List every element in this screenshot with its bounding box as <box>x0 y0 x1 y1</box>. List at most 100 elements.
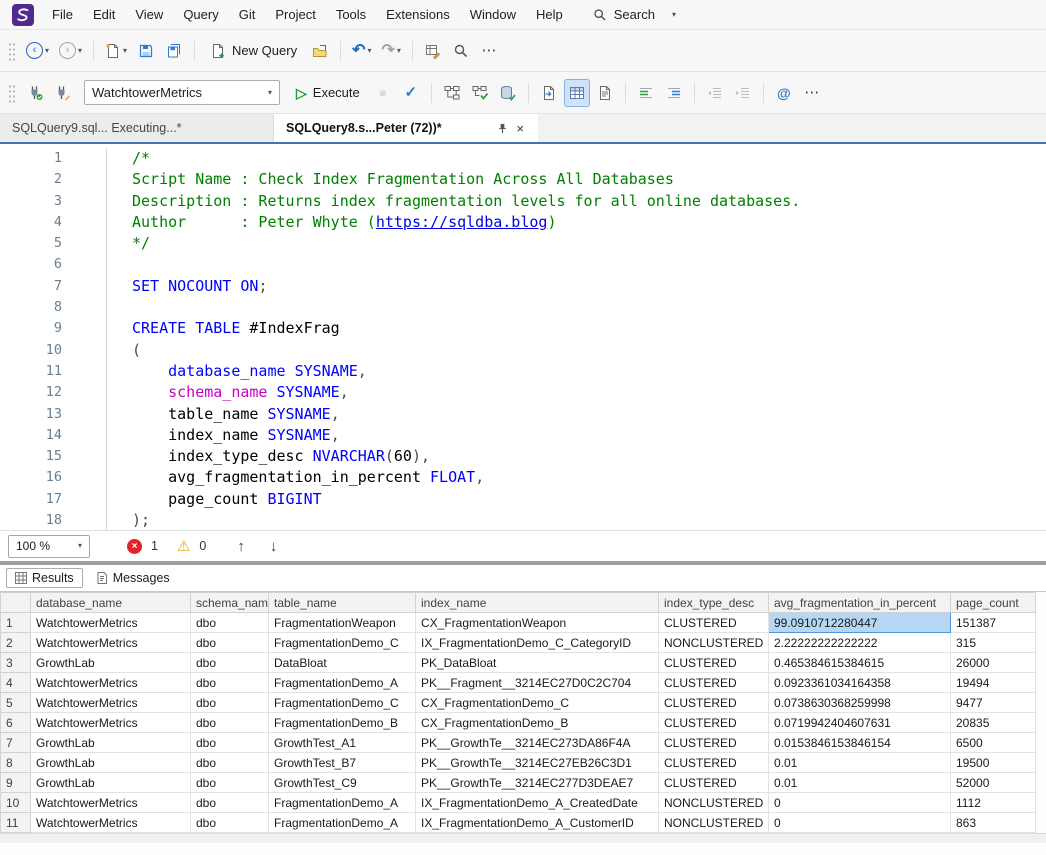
grid-cell[interactable]: dbo <box>191 613 269 633</box>
row-number[interactable]: 4 <box>1 673 31 693</box>
code-line[interactable]: 8 <box>0 297 1046 318</box>
grid-cell[interactable]: dbo <box>191 693 269 713</box>
line-number[interactable]: 12 <box>0 382 62 403</box>
grid-cell[interactable]: WatchtowerMetrics <box>31 793 191 813</box>
menu-item-tools[interactable]: Tools <box>326 0 376 29</box>
toolbar-overflow-button[interactable]: ⋯ <box>799 79 825 107</box>
results-to-text-button[interactable] <box>592 79 618 107</box>
row-number[interactable]: 11 <box>1 813 31 833</box>
grid-cell[interactable]: 99.0910712280447 <box>769 613 951 633</box>
uncomment-selection-button[interactable] <box>661 79 687 107</box>
column-header-table_name[interactable]: table_name <box>269 593 416 613</box>
menu-item-view[interactable]: View <box>125 0 173 29</box>
grid-cell[interactable]: dbo <box>191 653 269 673</box>
line-number[interactable]: 5 <box>0 233 62 254</box>
menu-item-query[interactable]: Query <box>173 0 228 29</box>
line-number[interactable]: 14 <box>0 425 62 446</box>
change-connection-button[interactable] <box>50 79 76 107</box>
grid-cell[interactable]: CLUSTERED <box>659 693 769 713</box>
line-number[interactable]: 1 <box>0 148 62 169</box>
grid-cell[interactable]: 863 <box>951 813 1036 833</box>
grid-cell[interactable]: IX_FragmentationDemo_A_CreatedDate <box>416 793 659 813</box>
code-line[interactable]: 7SET NOCOUNT ON; <box>0 276 1046 297</box>
line-number[interactable]: 16 <box>0 467 62 488</box>
next-error-button[interactable]: ↓ <box>262 539 286 554</box>
code-line[interactable]: 5*/ <box>0 233 1046 254</box>
code-line[interactable]: 14 index_name SYSNAME, <box>0 425 1046 446</box>
row-number[interactable]: 1 <box>1 613 31 633</box>
redo-button[interactable]: ↷ ▾ <box>378 37 405 65</box>
grid-cell[interactable]: FragmentationDemo_C <box>269 693 416 713</box>
menu-item-project[interactable]: Project <box>265 0 325 29</box>
line-number[interactable]: 8 <box>0 297 62 318</box>
tab-results[interactable]: Results <box>6 568 83 588</box>
grid-cell[interactable]: 1112 <box>951 793 1036 813</box>
parse-query-button[interactable]: ✓ <box>398 79 424 107</box>
comment-selection-button[interactable] <box>633 79 659 107</box>
code-line[interactable]: 13 table_name SYSNAME, <box>0 404 1046 425</box>
column-header-page_count[interactable]: page_count <box>951 593 1036 613</box>
code-line[interactable]: 16 avg_fragmentation_in_percent FLOAT, <box>0 467 1046 488</box>
code-line[interactable]: 6 <box>0 254 1046 275</box>
increase-indent-button[interactable] <box>730 79 756 107</box>
grid-cell[interactable]: 0.0153846153846154 <box>769 733 951 753</box>
line-number[interactable]: 2 <box>0 169 62 190</box>
horizontal-scrollbar[interactable] <box>0 833 1046 843</box>
grid-cell[interactable]: dbo <box>191 753 269 773</box>
line-number[interactable]: 3 <box>0 191 62 212</box>
grid-cell[interactable]: FragmentationDemo_A <box>269 793 416 813</box>
grid-cell[interactable]: CLUSTERED <box>659 773 769 793</box>
find-in-files-button[interactable] <box>448 37 474 65</box>
line-number[interactable]: 10 <box>0 340 62 361</box>
grid-corner-cell[interactable] <box>1 593 31 613</box>
decrease-indent-button[interactable] <box>702 79 728 107</box>
grid-cell[interactable]: WatchtowerMetrics <box>31 613 191 633</box>
grid-cell[interactable]: 315 <box>951 633 1036 653</box>
grid-cell[interactable]: NONCLUSTERED <box>659 813 769 833</box>
grid-cell[interactable]: 0.0738630368259998 <box>769 693 951 713</box>
query-designer-button[interactable] <box>420 37 446 65</box>
grid-cell[interactable]: CX_FragmentationDemo_C <box>416 693 659 713</box>
grid-cell[interactable]: CLUSTERED <box>659 653 769 673</box>
row-number[interactable]: 6 <box>1 713 31 733</box>
close-tab-icon[interactable]: × <box>514 122 526 135</box>
new-query-button[interactable]: New Query <box>202 37 305 65</box>
grid-cell[interactable]: 0 <box>769 793 951 813</box>
database-dropdown[interactable]: WatchtowerMetrics ▾ <box>84 80 280 105</box>
previous-error-button[interactable]: ↑ <box>229 539 253 554</box>
grid-cell[interactable]: PK__Fragment__3214EC27D0C2C704 <box>416 673 659 693</box>
grid-cell[interactable]: PK__GrowthTe__3214EC27EB26C3D1 <box>416 753 659 773</box>
grid-cell[interactable]: 0.0719942404607631 <box>769 713 951 733</box>
grid-cell[interactable]: WatchtowerMetrics <box>31 693 191 713</box>
column-header-database_name[interactable]: database_name <box>31 593 191 613</box>
tab-sqlquery9[interactable]: SQLQuery9.sql... Executing...* <box>0 114 274 142</box>
grid-cell[interactable]: 19494 <box>951 673 1036 693</box>
results-to-file-button[interactable] <box>536 79 562 107</box>
grid-cell[interactable]: CLUSTERED <box>659 713 769 733</box>
menu-item-file[interactable]: File <box>42 0 83 29</box>
code-line[interactable]: 11 database_name SYSNAME, <box>0 361 1046 382</box>
code-line[interactable]: 10( <box>0 340 1046 361</box>
execute-button[interactable]: ▷ Execute <box>288 79 368 107</box>
grid-cell[interactable]: dbo <box>191 673 269 693</box>
menu-item-window[interactable]: Window <box>460 0 526 29</box>
line-number[interactable]: 9 <box>0 318 62 339</box>
grid-cell[interactable]: 0.465384615384615 <box>769 653 951 673</box>
code-line[interactable]: 9CREATE TABLE #IndexFrag <box>0 318 1046 339</box>
column-header-index_type_desc[interactable]: index_type_desc <box>659 593 769 613</box>
tab-messages[interactable]: Messages <box>87 568 179 588</box>
grid-cell[interactable]: IX_FragmentationDemo_A_CustomerID <box>416 813 659 833</box>
line-number[interactable]: 17 <box>0 489 62 510</box>
display-estimated-plan-button[interactable] <box>439 79 465 107</box>
grid-cell[interactable]: CLUSTERED <box>659 613 769 633</box>
grid-cell[interactable]: 0.01 <box>769 773 951 793</box>
include-actual-plan-button[interactable] <box>467 79 493 107</box>
undo-button[interactable]: ↶ ▾ <box>348 37 375 65</box>
save-all-button[interactable] <box>161 37 187 65</box>
grid-cell[interactable]: FragmentationDemo_C <box>269 633 416 653</box>
toolbar-grip[interactable] <box>8 41 15 61</box>
code-editor[interactable]: 1/*2Script Name : Check Index Fragmentat… <box>0 144 1046 530</box>
grid-cell[interactable]: GrowthTest_C9 <box>269 773 416 793</box>
grid-cell[interactable]: 26000 <box>951 653 1036 673</box>
navigate-back-button[interactable]: ‹ ▾ <box>22 37 53 65</box>
